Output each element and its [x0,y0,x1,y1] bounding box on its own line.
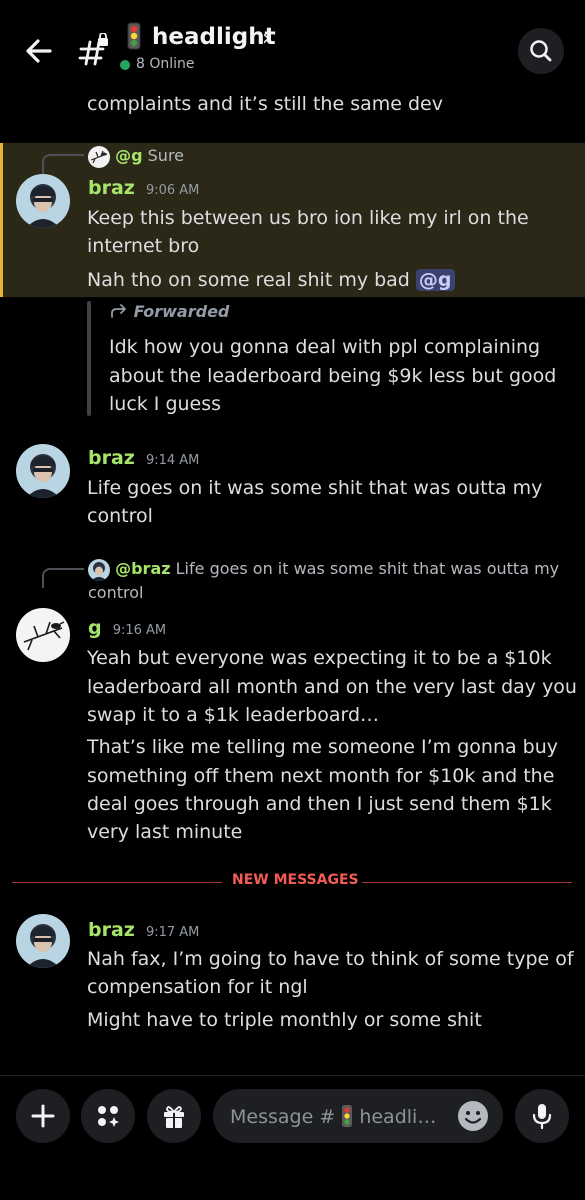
search-icon [530,40,552,62]
search-button[interactable] [518,28,564,74]
message-text: leaderboard all month and on the very la… [87,676,577,698]
reply-connector [42,568,84,588]
chevron-right-icon[interactable]: › [262,26,271,51]
emoji-picker-icon[interactable] [457,1100,489,1136]
mention-highlight-bar [0,143,3,297]
message-text: Yeah but everyone was expecting it to be… [87,647,552,669]
timestamp: 9:14 AM [145,453,200,468]
message-text-part: Nah tho on some real shit my bad [87,269,410,291]
avatar[interactable] [16,444,70,498]
message-text: very last minute [87,821,243,843]
online-status-dot-icon [120,60,130,70]
reply-mention[interactable]: @g [115,146,142,165]
g-avatar-mini [88,145,110,168]
online-count: 8 Online [136,56,195,72]
new-messages-label: NEW MESSAGES [232,872,359,888]
message-text: Nah fax, I’m going to have to think of s… [87,948,574,970]
avatar[interactable] [16,174,70,228]
username[interactable]: braz [88,919,135,941]
message-text: swap it to a $1k leaderboard… [87,704,380,726]
gift-button[interactable] [147,1089,201,1143]
forward-bar [87,301,91,416]
user-mention[interactable]: @g [415,269,455,291]
new-messages-divider-left [12,882,222,883]
timestamp: 9:06 AM [145,183,200,198]
username[interactable]: braz [88,447,135,469]
traffic-light-emoji-icon [342,1105,353,1127]
back-arrow-icon[interactable] [22,34,56,68]
traffic-light-emoji-icon [126,22,142,54]
message-input[interactable]: Message # headli… [213,1089,503,1143]
message-text: That’s like me telling me someone I’m go… [87,736,559,758]
timestamp: 9:17 AM [145,925,200,940]
message-text: Might have to triple monthly or some shi… [87,1009,482,1031]
message-text: control [87,505,153,527]
message-text: Keep this between us bro ion like my irl… [87,207,529,229]
placeholder-prefix: Message # [230,1106,336,1128]
username[interactable]: braz [88,177,135,199]
message-text: something off them next month for $10k a… [87,765,555,787]
message-text: internet bro [87,235,200,257]
forwarded-message-text: Idk how you gonna deal with ppl complain… [109,336,541,358]
channel-title[interactable]: headlight [152,24,276,50]
microphone-icon [532,1104,552,1130]
reply-preview[interactable]: @braz Life goes on it was some shit that… [88,556,559,582]
forwarded-message-text: about the leaderboard being $9k less but… [109,365,557,387]
message-text: deal goes through and then I just send t… [87,793,552,815]
forward-arrow-icon [111,304,126,318]
gift-icon [164,1106,184,1128]
channel-hash-lock-icon [76,32,110,67]
reply-connector [42,154,84,174]
reply-text: Life goes on it was some shit that was o… [175,559,560,578]
add-attachment-button[interactable] [16,1089,70,1143]
message-text: compensation for it ngl [87,976,308,998]
plus-icon [31,1104,55,1128]
forwarded-text: Forwarded [133,302,230,321]
reply-text: Sure [147,146,185,165]
forwarded-message-text: luck I guess [109,393,222,415]
channel-header: headlight › 8 Online [0,0,585,90]
avatar[interactable] [16,914,70,968]
message-text: Life goes on it was some shit that was o… [87,477,543,499]
forwarded-label: Forwarded [110,302,229,321]
clipped-message-text: complaints and it’s still the same dev [87,93,443,115]
message-text: Nah tho on some real shit my bad @g [87,266,455,295]
reply-mention[interactable]: @braz [115,559,170,578]
placeholder-suffix: headli… [359,1106,437,1128]
username[interactable]: g [88,617,102,639]
reply-text-continued: control [88,583,144,602]
timestamp: 9:16 AM [112,623,167,638]
new-messages-divider-right [362,882,572,883]
apps-icon [98,1106,119,1127]
apps-button[interactable] [81,1089,135,1143]
message-placeholder: Message # headli… [230,1104,436,1128]
reply-preview[interactable]: @g Sure [88,143,184,169]
message-composer: Message # headli… [0,1075,585,1200]
braz-avatar-mini [88,558,110,581]
avatar[interactable] [16,608,70,662]
message-list[interactable]: complaints and it’s still the same dev @… [0,90,585,1075]
voice-message-button[interactable] [515,1089,569,1143]
